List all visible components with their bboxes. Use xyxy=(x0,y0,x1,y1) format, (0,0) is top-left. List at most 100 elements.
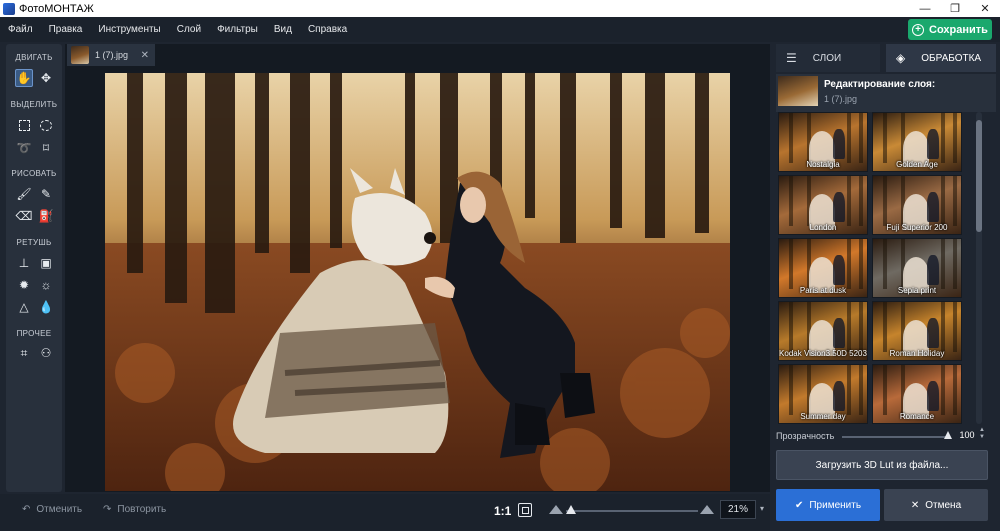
document-tab[interactable]: 1 (7).jpg ✕ xyxy=(67,44,155,66)
lasso-icon[interactable]: ➰ xyxy=(15,139,33,157)
filter-tile[interactable]: Romance xyxy=(872,364,962,424)
photo-canvas[interactable] xyxy=(105,73,730,491)
menu-layer[interactable]: Слой xyxy=(169,17,209,42)
filter-tree-shape xyxy=(789,176,793,226)
filter-label: Sepia print xyxy=(897,286,937,295)
tab-layers[interactable]: ☰ СЛОИ xyxy=(776,44,880,72)
filter-tree-shape xyxy=(941,113,945,163)
document-tab-name: 1 (7).jpg xyxy=(95,50,129,60)
cancel-button[interactable]: ✕ Отмена xyxy=(884,489,988,521)
app-window: ФотоМОНТАЖ — ❐ ✕ Файл Правка Инструменты… xyxy=(0,0,1000,531)
maximize-button[interactable]: ❐ xyxy=(940,0,970,17)
filter-tree-shape xyxy=(953,113,957,163)
menu-tools[interactable]: Инструменты xyxy=(90,17,168,42)
filter-tree-shape xyxy=(847,176,851,226)
pencil-icon[interactable]: ✎ xyxy=(37,185,55,203)
brighten-icon[interactable]: ✹ xyxy=(15,276,33,294)
opacity-stepper-icon[interactable]: ▲ ▼ xyxy=(979,427,985,441)
polygon-lasso-icon[interactable]: ⌑ xyxy=(37,139,55,157)
zoom-value-field[interactable]: 21% xyxy=(720,500,756,519)
filter-tile[interactable]: Sepia print xyxy=(872,238,962,298)
opacity-slider[interactable] xyxy=(842,436,948,438)
load-3d-lut-button[interactable]: Загрузить 3D Lut из файла... xyxy=(776,450,988,480)
redo-button[interactable]: ↷ Повторить xyxy=(103,504,166,515)
eraser-icon[interactable]: ⌫ xyxy=(15,207,33,225)
menu-file[interactable]: Файл xyxy=(0,17,41,42)
crop-icon[interactable]: ⌗ xyxy=(15,344,33,362)
fill-bucket-icon[interactable]: ⛽ xyxy=(37,207,55,225)
fit-screen-icon[interactable] xyxy=(518,503,532,517)
filter-tree-shape xyxy=(859,176,863,226)
document-thumbnail xyxy=(71,46,89,64)
save-button[interactable]: + Сохранить xyxy=(908,19,992,40)
filter-tree-shape xyxy=(941,365,945,415)
filter-tree-shape xyxy=(847,239,851,289)
layer-title: Редактирование слоя: xyxy=(824,79,936,90)
zoom-in-icon[interactable] xyxy=(700,505,714,514)
tab-processing[interactable]: ◈ ОБРАБОТКА xyxy=(886,44,996,72)
filter-person-shape xyxy=(833,381,845,411)
bottom-bar: ↶ Отменить ↷ Повторить 1:1 21% ▾ xyxy=(0,494,770,531)
filter-tile[interactable]: Golden Age xyxy=(872,112,962,172)
rect-select-icon[interactable] xyxy=(15,116,33,134)
zoom-dropdown-icon[interactable]: ▾ xyxy=(760,504,764,513)
menu-edit[interactable]: Правка xyxy=(41,17,91,42)
tool-panel: ДВИГАТЬ ✋ ✥ ВЫДЕЛИТЬ ➰ ⌑ РИСОВАТЬ 🖌 ✎ ⌫ … xyxy=(6,44,62,492)
close-tab-icon[interactable]: ✕ xyxy=(141,50,149,61)
brush-icon[interactable]: 🖌 xyxy=(15,185,33,203)
patch-icon[interactable]: ▣ xyxy=(37,254,55,272)
filter-label: Kodak Vision3 50D 5203 xyxy=(779,349,867,358)
menu-filters[interactable]: Фильтры xyxy=(209,17,266,42)
filter-tile[interactable]: Fuji Superior 200 xyxy=(872,175,962,235)
ellipse-select-icon[interactable] xyxy=(37,116,55,134)
sharpen-icon[interactable]: △ xyxy=(15,298,33,316)
apply-button[interactable]: ✔ Применить xyxy=(776,489,880,521)
opacity-slider-knob[interactable] xyxy=(944,431,952,439)
zoom-slider[interactable] xyxy=(566,510,698,512)
undo-button[interactable]: ↶ Отменить xyxy=(22,504,82,515)
filter-tree-shape xyxy=(883,176,887,226)
minimize-button[interactable]: — xyxy=(910,0,940,17)
filter-person-shape xyxy=(833,318,845,348)
filter-person-shape xyxy=(927,192,939,222)
filter-tree-shape xyxy=(941,302,945,352)
photo-image xyxy=(105,73,730,491)
filter-tree-shape xyxy=(859,302,863,352)
filter-tile[interactable]: Summer day xyxy=(778,364,868,424)
filter-scrollbar[interactable] xyxy=(976,112,982,424)
filter-tile[interactable]: Paris at dusk xyxy=(778,238,868,298)
filter-tree-shape xyxy=(953,302,957,352)
filter-scroll-thumb[interactable] xyxy=(976,120,982,232)
filter-tile[interactable]: London xyxy=(778,175,868,235)
filter-tree-shape xyxy=(789,239,793,289)
filter-person-shape xyxy=(833,129,845,159)
filter-person-shape xyxy=(927,381,939,411)
actual-size-button[interactable]: 1:1 xyxy=(494,504,511,518)
opacity-value-field[interactable]: 100 xyxy=(956,427,978,443)
filter-tree-shape xyxy=(859,113,863,163)
close-window-button[interactable]: ✕ xyxy=(970,0,1000,17)
title-bar: ФотоМОНТАЖ — ❐ ✕ xyxy=(0,0,1000,17)
shapes-icon[interactable]: ⚇ xyxy=(37,344,55,362)
filter-tile[interactable]: Roman Holiday xyxy=(872,301,962,361)
stamp-icon[interactable]: ⊥ xyxy=(15,254,33,272)
darken-icon[interactable]: ☼ xyxy=(37,276,55,294)
layers-stack-icon: ◈ xyxy=(896,51,906,65)
tab-layers-label: СЛОИ xyxy=(812,52,842,64)
filter-tree-shape xyxy=(941,176,945,226)
filter-tree-shape xyxy=(789,302,793,352)
filter-tree-shape xyxy=(847,113,851,163)
filter-label: Paris at dusk xyxy=(799,286,847,295)
zoom-out-icon[interactable] xyxy=(549,505,563,514)
app-logo-icon xyxy=(3,2,15,15)
menu-help[interactable]: Справка xyxy=(300,17,355,42)
menu-view[interactable]: Вид xyxy=(266,17,300,42)
filter-tile[interactable]: Kodak Vision3 50D 5203 xyxy=(778,301,868,361)
save-label: Сохранить xyxy=(929,23,988,36)
hand-icon[interactable]: ✋ xyxy=(15,69,33,87)
filter-tile[interactable]: Nostalgia xyxy=(778,112,868,172)
blur-drop-icon[interactable]: 💧 xyxy=(37,298,55,316)
zoom-slider-knob[interactable] xyxy=(566,505,576,514)
move-arrows-icon[interactable]: ✥ xyxy=(37,69,55,87)
cancel-label: Отмена xyxy=(925,499,962,511)
